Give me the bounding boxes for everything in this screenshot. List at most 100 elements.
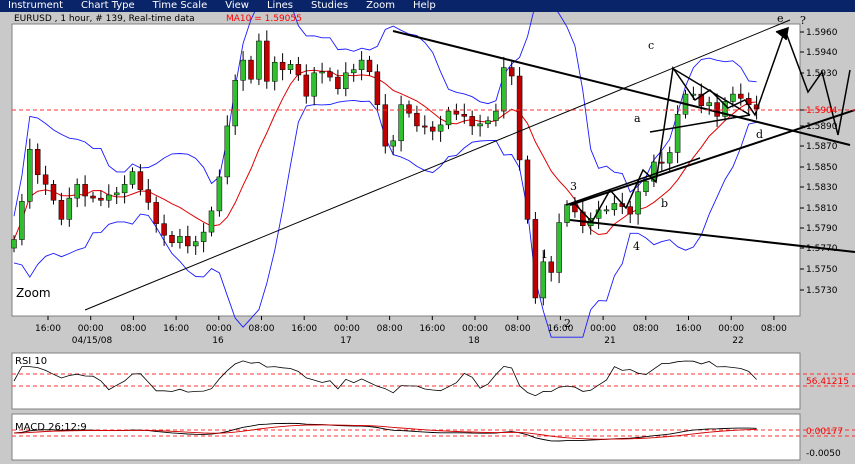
wave-label: 4 xyxy=(633,240,640,253)
time-tick-label: 16:00 xyxy=(291,324,317,334)
candle-body xyxy=(666,152,673,164)
wave-label: b xyxy=(661,197,668,210)
candle-body xyxy=(216,176,223,212)
time-tick-label: 00:00 xyxy=(462,324,488,334)
candle-body xyxy=(271,61,278,82)
date-label: 21 xyxy=(604,336,615,346)
time-tick-label: 08:00 xyxy=(505,324,531,334)
price-tick-label: 1.5890 xyxy=(806,122,838,132)
menu-studies[interactable]: Studies xyxy=(311,0,348,12)
candle-body xyxy=(374,71,381,105)
price-tick-label: 1.5750 xyxy=(806,265,838,275)
menu-instrument[interactable]: Instrument xyxy=(8,0,63,12)
candle-body xyxy=(82,184,88,197)
candle-body xyxy=(611,203,618,211)
candle-body xyxy=(445,110,452,126)
candle-body xyxy=(532,219,539,299)
candle-body xyxy=(627,206,633,215)
candle-body xyxy=(358,59,365,70)
menu-chart-type[interactable]: Chart Type xyxy=(81,0,135,12)
candle-body xyxy=(643,180,649,193)
time-tick-label: 08:00 xyxy=(633,324,659,334)
candle-body xyxy=(98,197,104,201)
candle-body xyxy=(564,204,570,223)
wave-label: 1 xyxy=(541,248,548,261)
candle-body xyxy=(429,126,436,132)
candle-body xyxy=(34,149,41,176)
candle-body xyxy=(58,200,65,220)
price-tick-label: 1.5830 xyxy=(806,183,838,193)
candle-body xyxy=(366,59,373,73)
candle-body xyxy=(74,184,80,199)
candle-body xyxy=(548,261,554,273)
wave-label: c xyxy=(648,39,654,52)
time-tick-label: 00:00 xyxy=(718,324,744,334)
macd-panel[interactable] xyxy=(11,413,801,461)
candle-body xyxy=(129,171,136,185)
time-tick-label: 08:00 xyxy=(120,324,146,334)
wave-label: a xyxy=(634,112,641,125)
date-label: 16 xyxy=(212,336,224,346)
candle-body xyxy=(224,125,231,178)
time-tick-label: 00:00 xyxy=(78,324,104,334)
date-label: 18 xyxy=(468,336,480,346)
candle-body xyxy=(169,235,175,243)
time-tick-label: 16:00 xyxy=(419,324,445,334)
candle-body xyxy=(161,223,167,236)
wave-label: e xyxy=(777,12,784,25)
candle-body xyxy=(311,72,317,97)
candle-body xyxy=(177,236,183,243)
candle-body xyxy=(501,67,507,112)
candle-body xyxy=(603,209,610,212)
time-tick-label: 16:00 xyxy=(163,324,189,334)
candle-body xyxy=(50,184,57,201)
zoom-label: Zoom xyxy=(16,286,51,300)
price-tick-label: 1.5960 xyxy=(806,28,838,38)
candle-body xyxy=(121,184,128,194)
candle-body xyxy=(113,192,120,196)
candle-body xyxy=(232,80,238,127)
candle-body xyxy=(192,241,199,247)
rsi-value: 56.41215 xyxy=(806,377,849,387)
candle-body xyxy=(145,189,152,203)
candle-body xyxy=(42,174,49,185)
date-axis: 04/15/08 16 17 18 21 22 xyxy=(72,336,744,346)
macd-value-top: 0.00177 xyxy=(806,427,843,437)
price-tick-label: 1.5790 xyxy=(806,224,838,234)
candle-body xyxy=(556,222,562,273)
candle-body xyxy=(635,191,641,215)
candle-body xyxy=(390,140,396,147)
time-tick-label: 08:00 xyxy=(249,324,275,334)
candle-body xyxy=(11,239,17,249)
price-tick-label: 1.5770 xyxy=(806,244,838,254)
candle-body xyxy=(303,74,310,97)
candle-body xyxy=(19,201,25,240)
menu-time-scale[interactable]: Time Scale xyxy=(153,0,208,12)
price-tick-label: 1.5810 xyxy=(806,204,838,214)
date-label: 22 xyxy=(732,336,743,346)
ma10-label: MA10 = 1.59055 xyxy=(226,14,302,24)
price-axis: 1.5960 1.5940 1.5930 1.5904 1.5890 1.5870 1.58… xyxy=(800,28,838,296)
menu-view[interactable]: View xyxy=(225,0,249,12)
candle-body xyxy=(706,102,712,107)
candle-body xyxy=(27,149,33,202)
rsi-label: RSI 10 xyxy=(15,356,47,367)
candle-body xyxy=(350,69,357,74)
price-tick-label: 1.5940 xyxy=(806,48,838,58)
time-tick-label: 08:00 xyxy=(377,324,403,334)
candle-body xyxy=(659,161,665,164)
candle-body xyxy=(106,194,112,201)
price-tick-label: 1.5870 xyxy=(806,142,838,152)
price-panel[interactable] xyxy=(11,23,801,317)
candle-body xyxy=(240,59,246,81)
candle-body xyxy=(185,236,191,247)
candle-body xyxy=(66,197,73,220)
price-tick-label: 1.5730 xyxy=(806,286,838,296)
candle-body xyxy=(469,116,475,127)
menu-lines[interactable]: Lines xyxy=(267,0,293,12)
menu-help[interactable]: Help xyxy=(413,0,436,12)
candle-body xyxy=(248,59,254,80)
menu-zoom[interactable]: Zoom xyxy=(366,0,395,12)
menu-bar: Instrument Chart Type Time Scale View Li… xyxy=(0,0,855,12)
price-tick-label: 1.5904 xyxy=(806,106,838,116)
